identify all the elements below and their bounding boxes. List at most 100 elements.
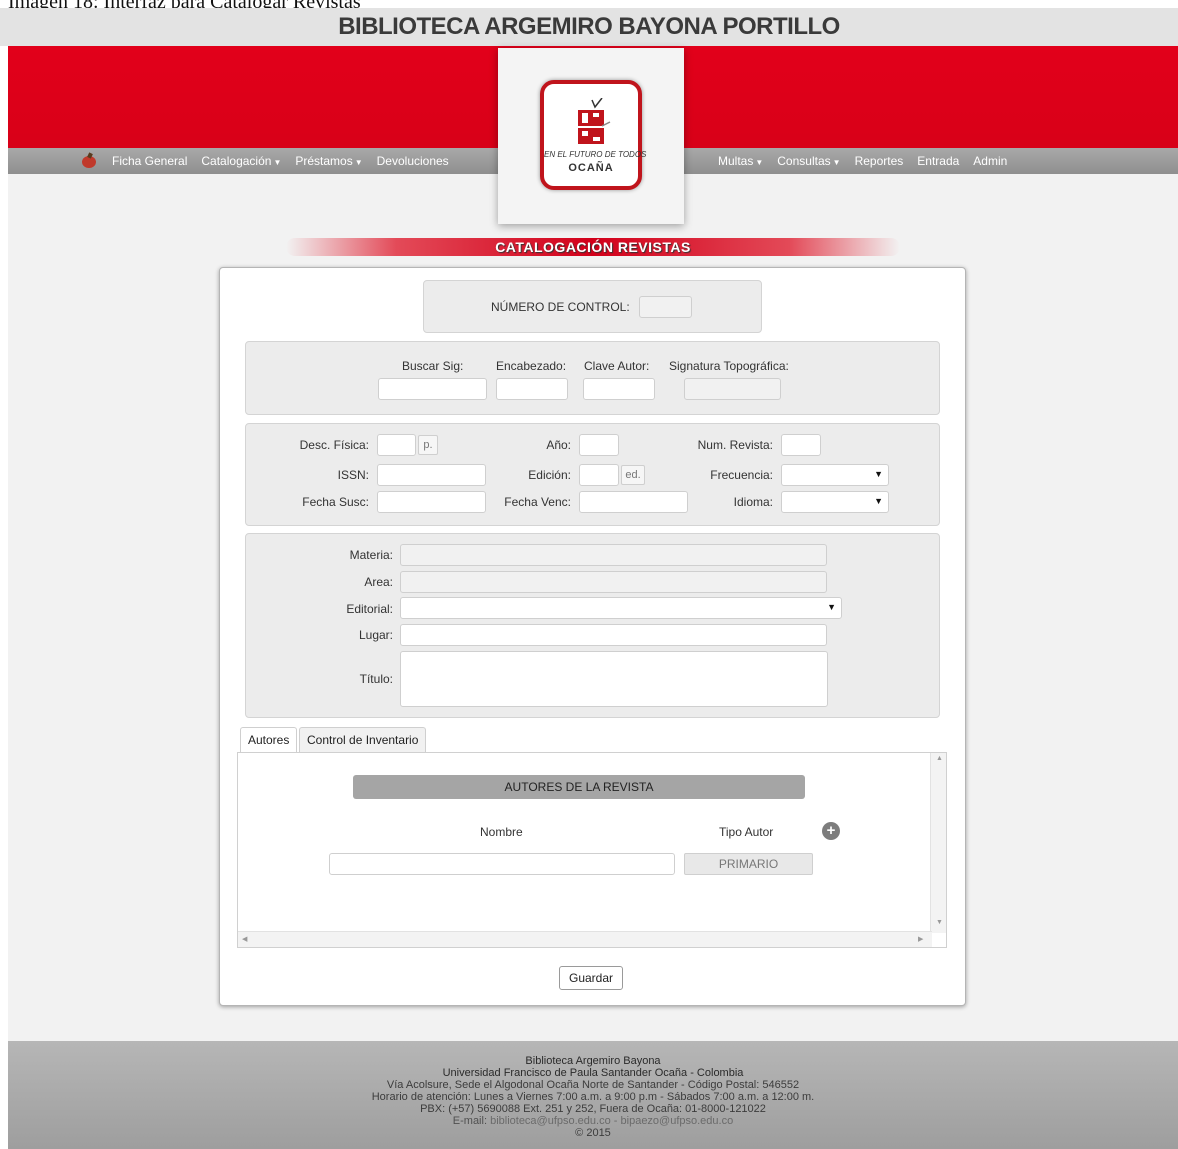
nav-multas[interactable]: Multas ▼ [718,154,763,168]
edicion-input[interactable] [579,464,619,486]
logo-city: OCAÑA [568,162,614,174]
issn-input[interactable] [377,464,486,486]
area-label: Area: [364,575,393,589]
email-label: E-mail: [452,1115,488,1127]
scroll-left-icon[interactable]: ◀ [242,935,247,943]
tab-control-inventario[interactable]: Control de Inventario [299,727,427,753]
edicion-unit: ed. [621,465,645,485]
area-input[interactable] [400,571,827,593]
anio-input[interactable] [579,434,619,456]
save-button[interactable]: Guardar [559,966,623,990]
author-name-input[interactable] [329,853,675,875]
titulo-label: Título: [359,672,393,686]
nav-entrada[interactable]: Entrada [917,154,959,168]
signatura-input[interactable] [684,378,781,400]
signatura-label: Signatura Topográfica: [669,359,789,373]
email-link-2[interactable]: bipaezo@ufpso.edu.co [621,1115,734,1127]
frecuencia-select[interactable]: ▼ [781,464,889,486]
buscar-sig-label: Buscar Sig: [402,359,464,373]
horizontal-scrollbar[interactable]: ◀ ▶ [238,931,932,947]
ufps-logo-icon [578,98,611,144]
nav-label: Ficha General [112,154,188,168]
footer-spacer [8,1041,1178,1055]
anio-label: Año: [546,438,571,452]
clave-autor-label: Clave Autor: [584,359,650,373]
caret-down-icon: ▼ [755,158,764,167]
nombre-column-header: Nombre [480,825,523,839]
titulo-textarea[interactable] [400,651,828,707]
vertical-scrollbar[interactable]: ▲ ▼ [930,753,946,933]
tab-autores[interactable]: Autores [240,727,298,753]
navbar-left-group: Ficha General Catalogación ▼ Préstamos ▼ D… [80,148,449,174]
add-author-icon[interactable]: + [822,822,840,840]
university-logo[interactable]: EN EL FUTURO DE TODOS OCAÑA [498,48,684,224]
footer-copyright: © 2015 [575,1127,611,1139]
nav-consultas[interactable]: Consultas ▼ [777,154,840,168]
scroll-up-icon[interactable]: ▲ [936,755,943,762]
nav-label: Admin [973,154,1008,168]
encabezado-input[interactable] [496,378,568,400]
frecuencia-label: Frecuencia: [710,468,773,482]
materia-label: Materia: [349,548,393,562]
nav-label: Devoluciones [376,154,449,168]
idioma-select[interactable]: ▼ [781,491,889,513]
caret-down-icon: ▼ [832,158,841,167]
caret-down-icon: ▼ [354,158,363,167]
caret-down-icon: ▼ [273,158,282,167]
editorial-label: Editorial: [346,602,393,616]
footer-library-name: Biblioteca Argemiro Bayona [525,1055,661,1067]
nav-label: Multas [718,154,754,168]
nav-label: Reportes [854,154,904,168]
dropdown-arrow-icon: ▼ [827,602,836,612]
control-number-input[interactable] [639,296,692,318]
issn-label: ISSN: [337,468,369,482]
nav-catalogacion[interactable]: Catalogación ▼ [201,154,281,168]
dropdown-arrow-icon: ▼ [874,469,883,479]
email-link-1[interactable]: biblioteca@ufpso.edu.co [490,1115,611,1127]
dropdown-arrow-icon: ▼ [874,496,883,506]
page-title: CATALOGACIÓN REVISTAS [495,239,691,255]
tipo-autor-column-header: Tipo Autor [719,825,774,839]
nav-devoluciones[interactable]: Devoluciones [377,154,449,168]
footer: Biblioteca Argemiro Bayona Universidad F… [8,1041,1178,1149]
authors-header: AUTORES DE LA REVISTA [353,775,805,799]
fecha-susc-input[interactable] [377,491,486,513]
num-revista-label: Num. Revista: [697,438,773,452]
editorial-select[interactable]: ▼ [400,597,842,619]
authors-tab-pane: AUTORES DE LA REVISTA Nombre Tipo Autor … [237,752,947,948]
desc-fisica-label: Desc. Física: [299,438,369,452]
idioma-label: Idioma: [733,495,773,509]
nav-ficha-general[interactable]: Ficha General [112,154,187,168]
footer-address: Vía Acolsure, Sede el Algodonal Ocaña No… [386,1079,800,1091]
nav-admin[interactable]: Admin [973,154,1007,168]
tipo-autor-button[interactable]: PRIMARIO [684,853,813,875]
lugar-input[interactable] [400,624,827,646]
desc-fisica-input[interactable] [377,434,416,456]
logo-slogan: EN EL FUTURO DE TODOS [544,150,647,159]
nav-prestamos[interactable]: Préstamos ▼ [295,154,362,168]
scroll-right-icon[interactable]: ▶ [918,935,923,943]
nav-label: Entrada [917,154,960,168]
fecha-venc-label: Fecha Venc: [504,495,571,509]
footer-hours: Horario de atención: Lunes a Viernes 7:0… [371,1091,815,1103]
num-revista-input[interactable] [781,434,821,456]
nav-reportes[interactable]: Reportes [855,154,904,168]
nav-label: Préstamos [295,154,353,168]
clave-autor-input[interactable] [583,378,655,400]
section-title-banner: CATALOGACIÓN REVISTAS [286,238,900,256]
apple-home-icon[interactable] [80,153,98,169]
library-title: BIBLIOTECA ARGEMIRO BAYONA PORTILLO [0,8,1178,46]
encabezado-label: Encabezado: [496,359,567,373]
logo-emblem: EN EL FUTURO DE TODOS OCAÑA [540,80,647,190]
scroll-down-icon[interactable]: ▼ [936,919,943,926]
buscar-sig-input[interactable] [378,378,487,400]
lugar-label: Lugar: [358,628,393,642]
footer-university: Universidad Francisco de Paula Santander… [442,1067,744,1079]
navbar-right-group: Multas ▼ Consultas ▼ Reportes Entrada Admi… [718,148,1007,174]
desc-fisica-unit: p. [418,435,438,455]
fecha-susc-label: Fecha Susc: [302,495,369,509]
materia-input[interactable] [400,544,827,566]
email-separator: - [613,1115,618,1127]
footer-email: E-mail: biblioteca@ufpso.edu.co - bipaez… [8,1115,1178,1127]
footer-phone: PBX: (+57) 5690088 Ext. 251 y 252, Fuera… [420,1103,766,1115]
